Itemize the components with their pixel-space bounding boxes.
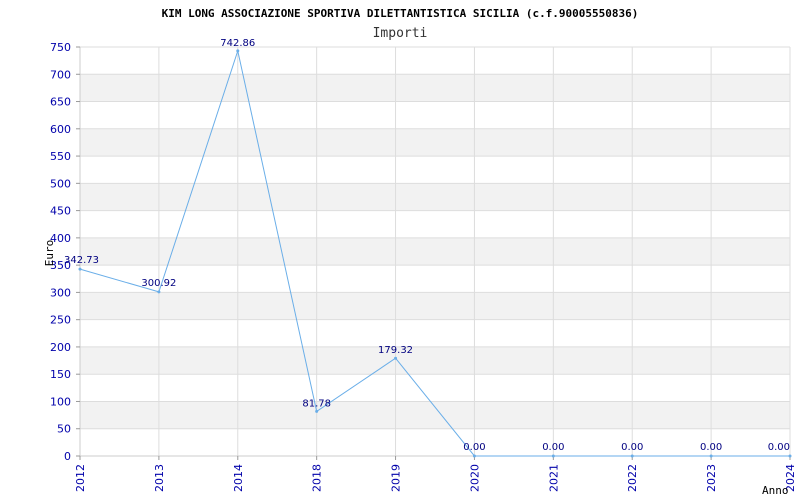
data-label: 0.00 — [463, 442, 485, 453]
grid-band — [80, 346, 790, 375]
data-label: 81.78 — [302, 398, 331, 409]
data-point — [236, 49, 240, 53]
y-tick-label: 250 — [50, 314, 71, 327]
chart-title: KIM LONG ASSOCIAZIONE SPORTIVA DILETTANT… — [162, 7, 639, 20]
y-tick-label: 150 — [50, 368, 71, 381]
y-tick-label: 650 — [50, 96, 71, 109]
data-point — [394, 356, 398, 360]
y-tick-label: 300 — [50, 286, 71, 299]
x-tick-label: 2019 — [390, 464, 403, 492]
data-label: 0.00 — [700, 442, 722, 453]
data-point — [709, 454, 713, 458]
data-point — [78, 267, 82, 271]
x-axis-ticks: 2012 2013 2014 2018 2019 2020 2021 2022 2023 2024 — [74, 456, 797, 492]
x-tick-label: 2013 — [153, 464, 166, 492]
y-tick-label: 700 — [50, 68, 71, 81]
plot-bands — [80, 74, 790, 429]
data-label: 179.32 — [378, 345, 413, 356]
y-axis-label: Euro — [43, 240, 56, 267]
y-tick-label: 0 — [64, 450, 71, 463]
chart-subtitle: Importi — [373, 26, 428, 41]
data-point — [315, 409, 319, 413]
grid-band — [80, 74, 790, 102]
x-tick-label: 2022 — [626, 464, 639, 492]
grid-band — [80, 128, 790, 157]
data-label: 0.00 — [542, 442, 564, 453]
x-tick-label: 2012 — [74, 464, 87, 492]
y-tick-label: 50 — [57, 423, 71, 436]
y-tick-label: 500 — [50, 177, 71, 190]
grid-band — [80, 401, 790, 429]
y-tick-label: 600 — [50, 123, 71, 136]
data-point — [788, 454, 792, 458]
data-label: 0.00 — [768, 442, 790, 453]
data-point — [472, 454, 476, 458]
grid-band — [80, 237, 790, 266]
x-tick-label: 2021 — [547, 464, 560, 492]
data-point — [157, 290, 161, 294]
y-tick-label: 550 — [50, 150, 71, 163]
grid-band — [80, 292, 790, 320]
y-tick-label: 200 — [50, 341, 71, 354]
x-tick-label: 2023 — [705, 464, 718, 492]
x-tick-label: 2014 — [232, 464, 245, 492]
y-tick-label: 100 — [50, 395, 71, 408]
data-label: 342.73 — [64, 255, 99, 266]
x-tick-label: 2020 — [468, 464, 481, 492]
y-tick-label: 450 — [50, 205, 71, 218]
data-point — [630, 454, 634, 458]
x-axis-label: Anno — [762, 484, 789, 497]
y-tick-label: 750 — [50, 41, 71, 54]
data-label: 0.00 — [621, 442, 643, 453]
line-chart: KIM LONG ASSOCIAZIONE SPORTIVA DILETTANT… — [43, 7, 797, 497]
x-tick-label: 2018 — [311, 464, 324, 492]
data-point — [551, 454, 555, 458]
data-label: 300.92 — [141, 278, 176, 289]
data-label: 742.86 — [220, 38, 255, 49]
